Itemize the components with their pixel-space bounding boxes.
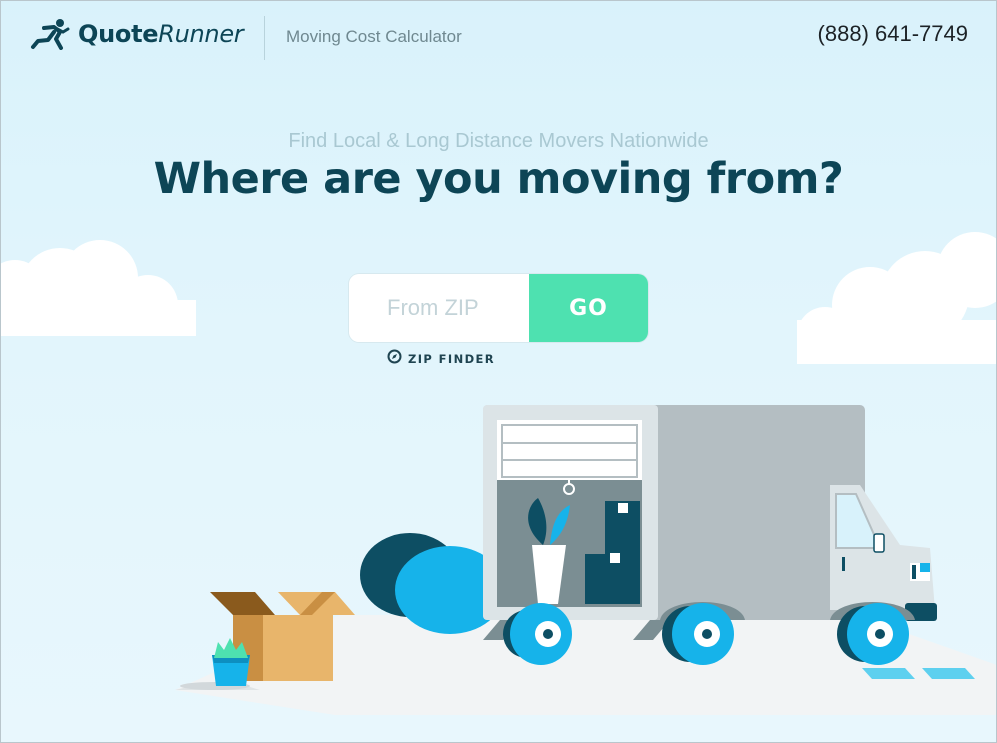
- illustration: [0, 0, 997, 743]
- from-zip-input[interactable]: [349, 274, 529, 342]
- runner-icon: [30, 18, 70, 50]
- wheel: [503, 603, 572, 665]
- phone-number[interactable]: (888) 641-7749: [818, 21, 968, 47]
- zip-finder-label: ZIP FINDER: [408, 352, 496, 366]
- zip-form: GO: [349, 274, 648, 342]
- go-button[interactable]: GO: [529, 274, 648, 342]
- road: [175, 615, 997, 715]
- cloud-left: [0, 240, 196, 336]
- wheel: [662, 603, 734, 665]
- page-title: Where are you moving from?: [153, 154, 844, 204]
- hero-tagline: Find Local & Long Distance Movers Nation…: [288, 130, 709, 152]
- header-subtitle: Moving Cost Calculator: [286, 27, 462, 46]
- compass-icon: [387, 349, 402, 369]
- cloud-right: [797, 232, 997, 364]
- truck-illustration: [483, 405, 937, 665]
- brand-name: QuoteRunner: [78, 20, 244, 48]
- brand-logo[interactable]: QuoteRunner: [30, 18, 244, 50]
- bushes: [360, 533, 505, 634]
- window-frame: [0, 0, 997, 743]
- potted-plant: [180, 638, 250, 690]
- cardboard-box: [210, 592, 355, 681]
- wheel: [837, 603, 909, 665]
- site-header: QuoteRunner Moving Cost Calculator (888)…: [0, 0, 997, 72]
- zip-finder-link[interactable]: ZIP FINDER: [387, 349, 495, 369]
- header-divider: [264, 16, 265, 60]
